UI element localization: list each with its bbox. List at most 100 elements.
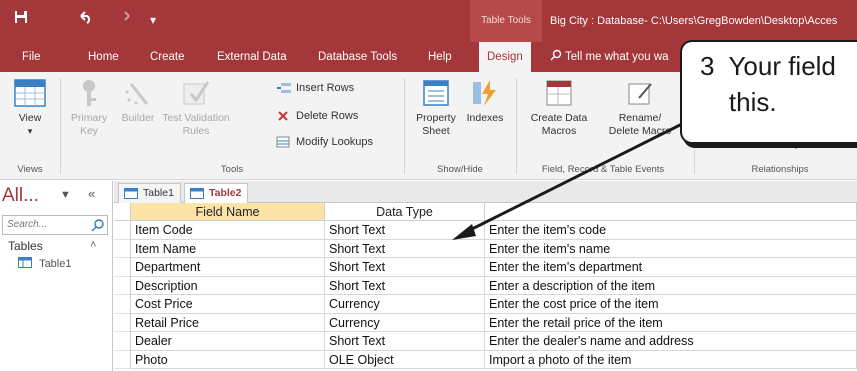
- description-cell[interactable]: Enter the cost price of the item: [485, 295, 857, 314]
- row-selector[interactable]: [114, 239, 131, 258]
- doc-tab-label: Table1: [143, 187, 174, 199]
- field-name-cell[interactable]: Dealer: [131, 332, 325, 351]
- access-window: ▾ Table Tools Big City : Database- C:\Us…: [0, 0, 857, 371]
- row-selector-header: [114, 203, 131, 221]
- indexes-lightning-icon: [473, 80, 496, 106]
- tab-file[interactable]: File: [22, 42, 41, 72]
- delete-rows-button[interactable]: Delete Rows: [276, 108, 358, 124]
- field-name-cell[interactable]: Retail Price: [131, 313, 325, 332]
- customize-qat-icon[interactable]: ▾: [150, 10, 156, 30]
- builder-wand-icon: [125, 83, 149, 105]
- field-name-cell[interactable]: Item Code: [131, 221, 325, 240]
- tab-database-tools[interactable]: Database Tools: [318, 42, 397, 72]
- nav-section-tables[interactable]: Tables: [8, 239, 43, 253]
- description-cell[interactable]: Enter the item's name: [485, 239, 857, 258]
- datasheet-view-icon: [14, 79, 46, 107]
- column-header-field-name: Field Name: [131, 203, 325, 221]
- nav-pane-title[interactable]: All...: [2, 185, 39, 207]
- tab-external-data[interactable]: External Data: [217, 42, 287, 72]
- test-validation-button[interactable]: Test Validation Rules: [160, 78, 232, 138]
- tab-help[interactable]: Help: [428, 42, 452, 72]
- table-icon: [124, 188, 138, 199]
- table-tools-contextual-label: Table Tools: [470, 0, 542, 42]
- row-selector[interactable]: [114, 332, 131, 351]
- table-row[interactable]: Retail Price Currency Enter the retail p…: [114, 313, 857, 332]
- group-tools-label: Tools: [220, 164, 244, 175]
- callout-text: 3 Your field this.: [700, 51, 836, 117]
- property-sheet-button[interactable]: Property Sheet: [410, 78, 462, 138]
- modify-lookups-label: Modify Lookups: [296, 136, 374, 148]
- field-name-cell[interactable]: Cost Price: [131, 295, 325, 314]
- chevron-up-icon[interactable]: ˄: [90, 239, 96, 251]
- data-type-cell[interactable]: Short Text: [325, 332, 485, 351]
- nav-search-placeholder: Search...: [7, 219, 48, 230]
- data-type-cell[interactable]: Currency: [325, 295, 485, 314]
- lookup-icon: [276, 136, 290, 148]
- data-type-cell[interactable]: Short Text: [325, 276, 485, 295]
- field-name-cell[interactable]: Department: [131, 258, 325, 277]
- undo-icon[interactable]: [78, 10, 92, 30]
- row-selector[interactable]: [114, 295, 131, 314]
- tab-design[interactable]: Design: [479, 42, 531, 72]
- doc-tab-table2[interactable]: Table2: [184, 183, 249, 203]
- modify-lookups-button[interactable]: Modify Lookups: [276, 134, 373, 150]
- insert-rows-button[interactable]: Insert Rows: [276, 80, 354, 96]
- table-row[interactable]: Description Short Text Enter a descripti…: [114, 276, 857, 295]
- test-validation-label: Test Validation Rules: [162, 112, 230, 137]
- data-type-cell[interactable]: Currency: [325, 313, 485, 332]
- description-cell[interactable]: Enter the item's code: [485, 221, 857, 240]
- description-cell[interactable]: Enter a description of the item: [485, 276, 857, 295]
- group-views-label: Views: [17, 164, 43, 175]
- delete-x-icon: [278, 111, 288, 121]
- view-button[interactable]: View ▾: [6, 78, 54, 138]
- description-cell[interactable]: Enter the item's department: [485, 258, 857, 277]
- nav-item-table1[interactable]: Table1: [18, 257, 71, 270]
- field-name-cell[interactable]: Description: [131, 276, 325, 295]
- document-tab-bar: Table1 Table2: [114, 181, 857, 203]
- indexes-label: Indexes: [466, 112, 504, 124]
- primary-key-button[interactable]: Primary Key: [64, 78, 114, 138]
- field-name-cell[interactable]: Photo: [131, 350, 325, 369]
- description-cell[interactable]: Import a photo of the item: [485, 350, 857, 369]
- save-icon[interactable]: [14, 10, 28, 30]
- shutter-bar-collapse-icon[interactable]: «: [88, 186, 95, 201]
- nav-search-input[interactable]: Search...: [2, 215, 108, 235]
- field-name-cell[interactable]: Item Name: [131, 239, 325, 258]
- table-design-grid: Field Name Data Type Item Code Short Tex…: [114, 203, 857, 371]
- builder-button[interactable]: Builder: [116, 78, 160, 125]
- row-selector[interactable]: [114, 350, 131, 369]
- table-icon: [190, 188, 204, 199]
- doc-tab-table1[interactable]: Table1: [118, 183, 181, 203]
- row-selector[interactable]: [114, 313, 131, 332]
- tab-home[interactable]: Home: [88, 42, 119, 72]
- data-type-cell[interactable]: Short Text: [325, 258, 485, 277]
- description-cell[interactable]: Enter the dealer's name and address: [485, 332, 857, 351]
- primary-key-label: Primary Key: [70, 112, 108, 137]
- table-row[interactable]: Cost Price Currency Enter the cost price…: [114, 295, 857, 314]
- row-selector[interactable]: [114, 276, 131, 295]
- table-row[interactable]: Photo OLE Object Import a photo of the i…: [114, 350, 857, 369]
- doc-tab-label: Table2: [209, 187, 242, 199]
- table-row[interactable]: Item Name Short Text Enter the item's na…: [114, 239, 857, 258]
- table-icon: [18, 257, 32, 268]
- table-row[interactable]: Department Short Text Enter the item's d…: [114, 258, 857, 277]
- row-selector[interactable]: [114, 258, 131, 277]
- create-data-macros-button[interactable]: Create Data Macros: [520, 78, 598, 138]
- ribbon-divider: [516, 78, 517, 174]
- redo-icon[interactable]: [118, 10, 132, 30]
- rename-delete-macro-button[interactable]: Rename/ Delete Macro: [598, 78, 682, 138]
- data-type-cell[interactable]: Short Text: [325, 239, 485, 258]
- data-type-cell[interactable]: Short Text: [325, 221, 485, 240]
- tell-me-text: Tell me what you wa: [565, 51, 669, 63]
- data-type-cell[interactable]: OLE Object: [325, 350, 485, 369]
- table-row[interactable]: Item Code Short Text Enter the item's co…: [114, 221, 857, 240]
- tell-me-search[interactable]: Tell me what you wa: [550, 42, 669, 72]
- tab-create[interactable]: Create: [150, 42, 185, 72]
- table-row[interactable]: Dealer Short Text Enter the dealer's nam…: [114, 332, 857, 351]
- indexes-button[interactable]: Indexes: [464, 78, 506, 125]
- rename-delete-macro-label: Rename/ Delete Macro: [608, 112, 672, 137]
- description-cell[interactable]: Enter the retail price of the item: [485, 313, 857, 332]
- key-icon: [83, 80, 96, 106]
- nav-menu-dropdown-icon[interactable]: ▼: [60, 189, 71, 201]
- row-selector[interactable]: [114, 221, 131, 240]
